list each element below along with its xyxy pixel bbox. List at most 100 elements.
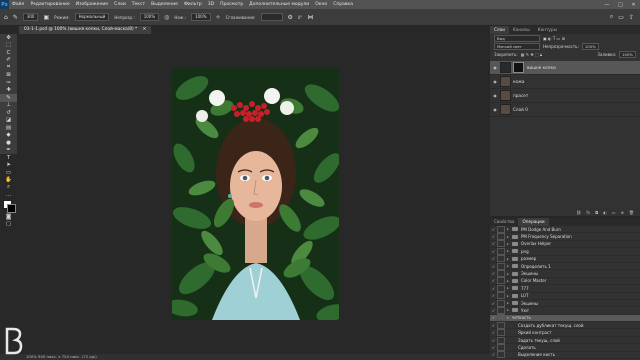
action-toggle-checkmark-icon[interactable]: ✓ — [490, 227, 497, 232]
new-group-icon[interactable]: ▭ — [612, 210, 616, 215]
action-set-row[interactable]: ✓ ▸ 777 — [490, 284, 640, 293]
quick-mask-icon[interactable]: ◙ — [0, 213, 17, 221]
brush-tool-icon[interactable]: ✎ — [0, 94, 17, 102]
dialog-toggle-box[interactable] — [497, 262, 505, 270]
lasso-tool-icon[interactable]: ᑕ — [0, 49, 17, 57]
action-toggle-checkmark-icon[interactable]: ✓ — [490, 271, 497, 276]
menu-image[interactable]: Изображение — [73, 2, 111, 7]
menu-edit[interactable]: Редактирование — [27, 2, 72, 7]
action-toggle-checkmark-icon[interactable]: ✓ — [490, 256, 497, 261]
lock-icons[interactable]: ▦ ✎ ✥ ⬚ 🔒︎ — [521, 52, 542, 57]
dialog-toggle-box[interactable] — [497, 292, 505, 300]
hand-tool-icon[interactable]: ✋ — [0, 177, 17, 185]
action-row[interactable]: ✓ ▾ четкость — [490, 314, 640, 323]
background-color-swatch[interactable] — [7, 204, 16, 213]
action-step-row[interactable]: ✓ Сделать — [490, 343, 640, 352]
layer-opacity-input[interactable]: 100% — [581, 42, 599, 50]
action-toggle-checkmark-icon[interactable]: ✓ — [490, 249, 497, 254]
dialog-toggle-box[interactable] — [497, 255, 505, 263]
action-toggle-checkmark-icon[interactable]: ✓ — [490, 323, 497, 328]
new-layer-icon[interactable]: ⊕ — [621, 210, 624, 215]
dialog-toggle-box[interactable] — [497, 299, 505, 307]
dialog-toggle-box[interactable] — [497, 321, 505, 329]
share-icon[interactable]: ⇪ — [629, 14, 634, 21]
menu-window[interactable]: Окно — [312, 2, 330, 7]
symmetry-icon[interactable]: ⋈ — [307, 14, 313, 21]
search-icon[interactable]: ⌕ — [610, 13, 613, 21]
brush-settings-icon[interactable]: ▣ — [43, 14, 49, 21]
action-toggle-checkmark-icon[interactable]: ✓ — [490, 241, 497, 246]
stamp-tool-icon[interactable]: ⊥ — [0, 102, 17, 110]
adjustment-layer-icon[interactable]: ◐ — [603, 210, 607, 215]
layer-row[interactable]: ◉ Слой 0 — [490, 103, 640, 117]
action-toggle-checkmark-icon[interactable]: ✓ — [490, 234, 497, 239]
zoom-tool-icon[interactable]: ⌕ — [0, 184, 17, 192]
eyedropper-tool-icon[interactable]: ✑ — [0, 79, 17, 87]
path-select-tool-icon[interactable]: ➤ — [0, 162, 17, 170]
layers-empty-area[interactable] — [490, 117, 640, 208]
document-tab[interactable]: 03-1-1.psd @ 100% (вишня кепки, Слой-мас… — [19, 26, 152, 34]
dialog-toggle-box[interactable] — [497, 277, 505, 285]
layer-row[interactable]: ◉ прасет — [490, 89, 640, 103]
dialog-toggle-box[interactable] — [497, 351, 505, 359]
frame-tool-icon[interactable]: ⊠ — [0, 72, 17, 80]
dialog-toggle-box[interactable] — [497, 270, 505, 278]
filter-icons[interactable]: ▣ ◐ T ▭ ⊞ — [543, 36, 565, 41]
layer-row[interactable]: ◉ вишня кепки — [490, 61, 640, 75]
dialog-toggle-box[interactable] — [497, 225, 505, 233]
delete-layer-icon[interactable]: 🗑︎ — [629, 210, 634, 215]
menu-file[interactable]: Файл — [9, 2, 27, 7]
flow-input[interactable]: 100% — [191, 13, 211, 21]
dialog-toggle-box[interactable] — [497, 247, 505, 255]
action-step-row[interactable]: ✓ Яркий контраст — [490, 329, 640, 337]
visibility-eye-icon[interactable]: ◉ — [490, 107, 500, 112]
dialog-toggle-box[interactable] — [497, 307, 505, 314]
mode-select[interactable]: Нормальный — [74, 13, 110, 21]
action-set-row[interactable]: ✓ ▸ Overlax Helper — [490, 240, 640, 249]
link-layers-icon[interactable]: ⛓ — [576, 210, 581, 215]
dialog-toggle-box[interactable] — [497, 336, 505, 344]
blur-tool-icon[interactable]: ◆ — [0, 132, 17, 140]
menu-3d[interactable]: 3D — [205, 2, 217, 7]
history-brush-tool-icon[interactable]: ↺ — [0, 109, 17, 117]
brush-tool-icon[interactable]: ✎ — [13, 14, 18, 21]
action-toggle-checkmark-icon[interactable]: ✓ — [490, 286, 497, 291]
action-set-row[interactable]: ✓ ▸ PM Frequency Separation — [490, 233, 640, 241]
opacity-input[interactable]: 100% — [139, 13, 160, 21]
maximize-button[interactable]: □ — [618, 2, 623, 8]
screen-mode-icon[interactable]: ▢ — [0, 221, 17, 229]
canvas-photo[interactable] — [172, 68, 339, 320]
crop-tool-icon[interactable]: ⌗ — [0, 64, 17, 72]
visibility-eye-icon[interactable]: ◉ — [490, 65, 500, 70]
shape-tool-icon[interactable]: ▭ — [0, 169, 17, 177]
dodge-tool-icon[interactable]: ● — [0, 139, 17, 147]
marquee-tool-icon[interactable]: ⬚ — [0, 42, 17, 50]
fx-icon[interactable]: fx — [586, 210, 590, 215]
tab-channels[interactable]: Каналы — [509, 26, 534, 34]
layer-mask-thumbnail[interactable] — [513, 62, 524, 73]
dialog-toggle-box[interactable] — [497, 284, 505, 292]
tab-layers[interactable]: Слои — [490, 26, 509, 34]
action-toggle-checkmark-icon[interactable]: ✓ — [490, 278, 497, 283]
layer-row[interactable]: ◉ кожа — [490, 75, 640, 89]
more-tools-icon[interactable]: … — [0, 192, 17, 200]
action-toggle-checkmark-icon[interactable]: ✓ — [490, 308, 497, 313]
brush-size-picker[interactable]: 300 — [22, 13, 39, 21]
fill-input[interactable]: 100% — [619, 50, 636, 58]
quick-select-tool-icon[interactable]: ✐ — [0, 57, 17, 65]
action-set-row[interactable]: ✓ ▸ PM Dodge And Burn — [490, 225, 640, 234]
add-mask-icon[interactable]: ◘ — [595, 210, 598, 215]
menu-view[interactable]: Просмотр — [217, 2, 246, 7]
dialog-toggle-box[interactable] — [497, 240, 505, 248]
action-toggle-checkmark-icon[interactable]: ✓ — [490, 264, 497, 269]
move-tool-icon[interactable]: ✥ — [0, 34, 17, 42]
gradient-tool-icon[interactable]: ▤ — [0, 124, 17, 132]
healing-brush-tool-icon[interactable]: ✚ — [0, 87, 17, 95]
visibility-eye-icon[interactable]: ◉ — [490, 79, 500, 84]
visibility-eye-icon[interactable]: ◉ — [490, 93, 500, 98]
action-toggle-checkmark-icon[interactable]: ✓ — [490, 330, 497, 335]
pen-tool-icon[interactable]: ✒ — [0, 147, 17, 155]
layer-filter-select[interactable]: Вид — [494, 34, 540, 42]
airbrush-icon[interactable]: ✧ — [216, 14, 221, 21]
workspace-icon[interactable]: ▭ — [618, 14, 624, 21]
